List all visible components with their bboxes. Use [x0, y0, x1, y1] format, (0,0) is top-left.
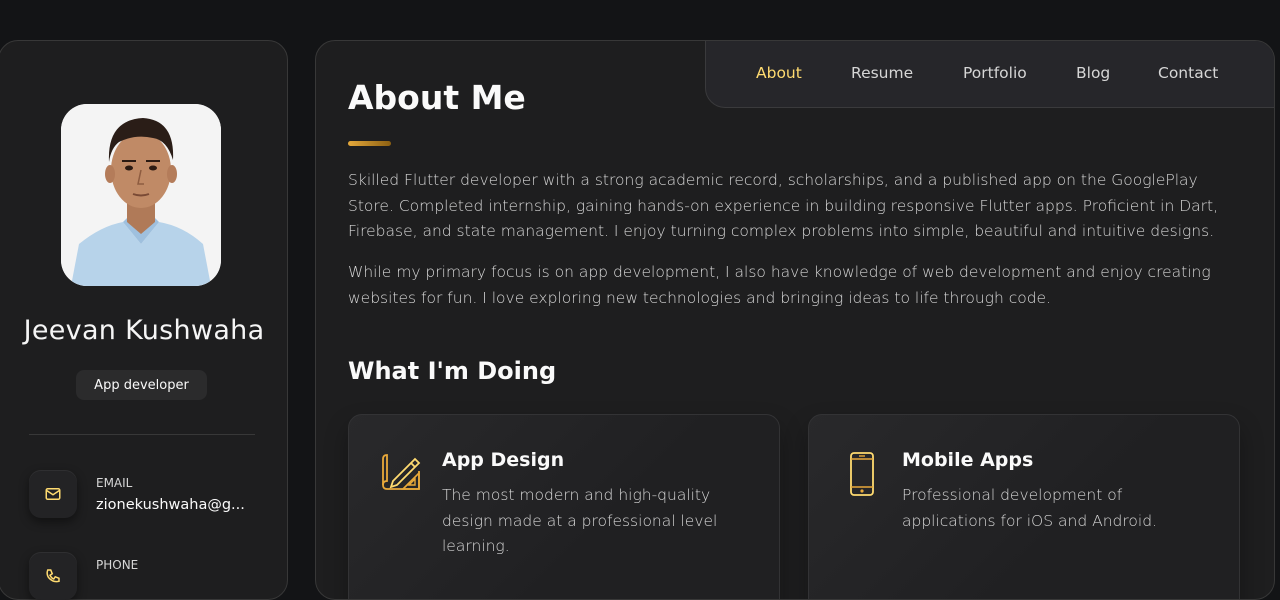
nav-blog[interactable]: Blog — [1076, 64, 1110, 82]
page-title: About Me — [348, 78, 526, 117]
sidebar: Jeevan Kushwaha App developer EMAIL zion… — [0, 40, 288, 600]
contact-title-phone: PHONE — [96, 558, 139, 572]
avatar — [61, 104, 221, 286]
contact-title-email: EMAIL — [96, 476, 133, 490]
service-title-app-design: App Design — [442, 449, 565, 471]
service-card-mobile-apps: Mobile Apps Professional development of … — [808, 414, 1240, 599]
nav-contact[interactable]: Contact — [1158, 64, 1218, 82]
design-pencil-icon — [382, 454, 421, 490]
profile-name: Jeevan Kushwaha — [23, 315, 265, 346]
nav-resume[interactable]: Resume — [851, 64, 913, 82]
service-title-mobile-apps: Mobile Apps — [902, 449, 1034, 471]
navbar: About Resume Portfolio Blog Contact — [705, 41, 1274, 108]
about-paragraph-2: While my primary focus is on app develop… — [348, 263, 1211, 307]
nav-portfolio[interactable]: Portfolio — [963, 64, 1027, 82]
service-text-app-design: The most modern and high-quality design … — [442, 486, 718, 555]
phone-icon — [46, 569, 60, 583]
contact-value-email[interactable]: zionekushwaha@g... — [96, 497, 245, 513]
mail-icon — [45, 488, 61, 500]
phone-icon-box — [29, 552, 77, 600]
service-text-mobile-apps: Professional development of applications… — [902, 486, 1157, 530]
about-paragraph-1: Skilled Flutter developer with a strong … — [348, 171, 1219, 240]
avatar-image — [61, 104, 221, 286]
main-panel: About Resume Portfolio Blog Contact Abou… — [315, 40, 1275, 600]
mobile-phone-icon — [850, 452, 874, 496]
title-underline — [348, 141, 391, 146]
nav-about[interactable]: About — [756, 64, 802, 82]
role-badge: App developer — [76, 370, 207, 400]
sidebar-separator — [29, 434, 255, 435]
service-card-app-design: App Design The most modern and high-qual… — [348, 414, 780, 599]
email-icon-box — [29, 470, 77, 518]
services-title: What I'm Doing — [348, 357, 557, 385]
